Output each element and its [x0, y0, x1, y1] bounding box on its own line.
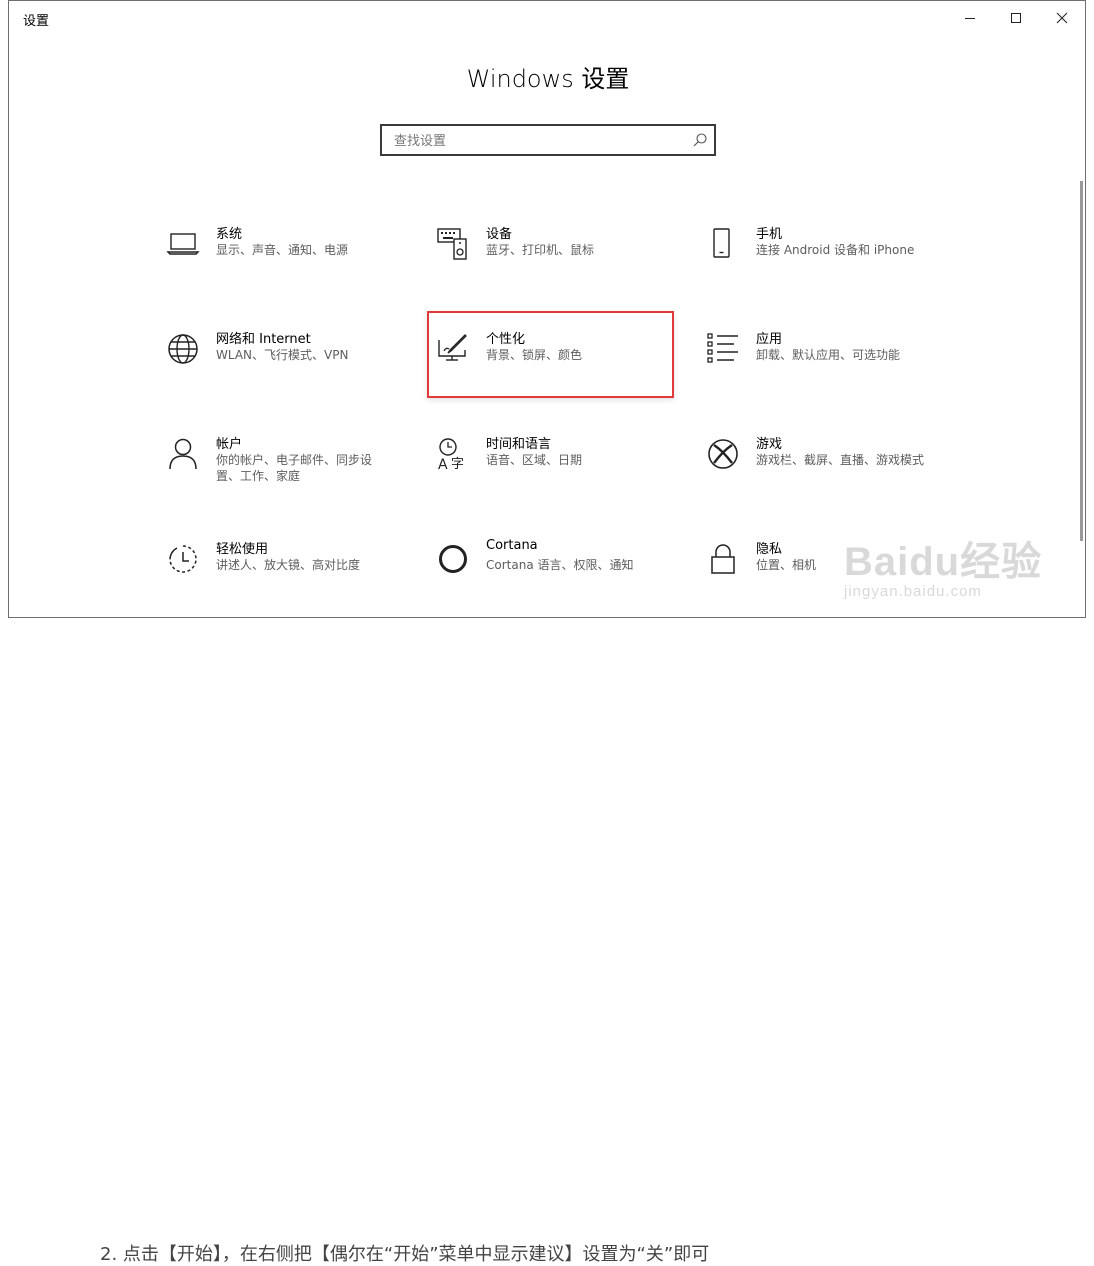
phone-icon — [713, 228, 730, 258]
tile-name: 帐户 — [216, 437, 243, 452]
tile-name: 轻松使用 — [216, 542, 269, 557]
tile-name: 应用 — [756, 332, 783, 347]
tile-name: 隐私 — [756, 542, 783, 557]
search-icon[interactable] — [692, 132, 708, 148]
maximize-icon — [1011, 13, 1021, 23]
laptop-icon — [166, 233, 200, 255]
tile-description: 蓝牙、打印机、鼠标 — [486, 243, 595, 257]
lock-icon — [711, 544, 735, 574]
maximize-button[interactable] — [993, 1, 1039, 35]
watermark-brand: Baidu经验 — [844, 540, 1043, 584]
background-instruction-text: 2. 点击【开始】，在右侧把【偶尔在“开始”菜单中显示建议】设置为“关”即可 — [100, 1244, 710, 1265]
tile-apps[interactable]: 应用 卸载、默认应用、可选功能 — [706, 328, 946, 402]
svg-text:A: A — [438, 457, 448, 471]
tile-name: Cortana — [486, 538, 538, 553]
background-page-strip — [1086, 0, 1094, 642]
tile-description: 你的帐户、电子邮件、同步设置、工作、家庭 — [216, 453, 373, 483]
tile-accounts[interactable]: 帐户 你的帐户、电子邮件、同步设置、工作、家庭 — [166, 433, 406, 507]
tile-description: 卸载、默认应用、可选功能 — [756, 348, 901, 362]
page-title: Windows 设置 — [466, 65, 630, 93]
time-language-icon: A 字 — [438, 438, 464, 471]
xbox-icon — [708, 439, 738, 469]
tile-description: WLAN、飞行模式、VPN — [216, 348, 349, 362]
tile-description: Cortana 语言、权限、通知 — [486, 558, 634, 572]
apps-list-icon — [707, 333, 738, 363]
devices-icon — [437, 228, 467, 260]
globe-icon — [168, 334, 198, 364]
tile-description: 语音、区域、日期 — [486, 453, 583, 467]
minimize-icon — [965, 18, 975, 19]
scrollbar[interactable] — [1080, 181, 1083, 541]
tile-gaming[interactable]: 游戏 游戏栏、截屏、直播、游戏模式 — [706, 433, 946, 507]
settings-window: 设置 Windows 设置 系统 显示、声音、通知、电源 — [8, 0, 1086, 618]
ease-of-access-icon — [169, 545, 197, 573]
tile-description: 连接 Android 设备和 iPhone — [756, 243, 915, 257]
search-input[interactable] — [392, 130, 686, 152]
tile-system[interactable]: 系统 显示、声音、通知、电源 — [166, 223, 406, 297]
tile-devices[interactable]: 设备 蓝牙、打印机、鼠标 — [436, 223, 676, 297]
tile-time-language[interactable]: A 字 时间和语言 语音、区域、日期 — [436, 433, 676, 507]
close-icon — [1056, 12, 1068, 24]
tile-network[interactable]: 网络和 Internet WLAN、飞行模式、VPN — [166, 328, 406, 402]
search-box[interactable] — [380, 124, 716, 156]
window-title: 设置 — [23, 14, 50, 29]
tile-phone[interactable]: 手机 连接 Android 设备和 iPhone — [706, 223, 946, 297]
tile-description: 显示、声音、通知、电源 — [216, 243, 349, 257]
tile-name: 网络和 Internet — [216, 332, 311, 347]
watermark: Baidu经验 jingyan.baidu.com — [844, 529, 1042, 600]
tile-cortana[interactable]: Cortana Cortana 语言、权限、通知 — [436, 538, 676, 612]
close-button[interactable] — [1039, 1, 1085, 35]
tile-name: 时间和语言 — [486, 437, 552, 452]
highlight-box — [427, 311, 674, 398]
cortana-icon — [439, 545, 467, 573]
tile-name: 系统 — [216, 227, 243, 242]
person-icon — [169, 438, 197, 470]
tile-name: 设备 — [486, 227, 513, 242]
tile-ease-of-access[interactable]: 轻松使用 讲述人、放大镜、高对比度 — [166, 538, 406, 612]
tile-description: 讲述人、放大镜、高对比度 — [216, 558, 361, 572]
tile-name: 游戏 — [756, 437, 783, 452]
tile-name: 手机 — [756, 227, 783, 242]
minimize-button[interactable] — [947, 1, 993, 35]
background-page-bottom: 2. 点击【开始】，在右侧把【偶尔在“开始”菜单中显示建议】设置为“关”即可 — [0, 618, 1094, 1265]
svg-text:字: 字 — [451, 457, 464, 471]
tile-description: 游戏栏、截屏、直播、游戏模式 — [756, 453, 925, 467]
title-bar[interactable]: 设置 — [9, 1, 1085, 35]
